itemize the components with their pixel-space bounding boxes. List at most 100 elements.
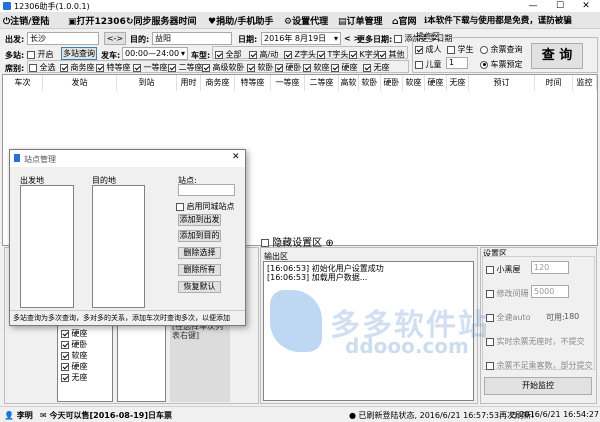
op-child[interactable]: 儿童 <box>415 59 442 70</box>
train-list[interactable] <box>117 318 166 402</box>
menu-open-12306[interactable]: ▣打开12306 <box>68 14 126 27</box>
seat-soft-seat[interactable]: 软座 <box>303 62 330 73</box>
dialog-close-icon[interactable]: ✕ <box>232 152 240 162</box>
type-t-checkbox[interactable] <box>317 50 325 59</box>
start-monitor-button[interactable]: 开始监控 <box>484 377 592 395</box>
seat-hard-sleeper[interactable]: 硬卧 <box>275 62 302 73</box>
dialog-to-list[interactable] <box>92 185 145 308</box>
type-z[interactable]: Z字头 <box>284 49 316 60</box>
seat-adv-soft-checkbox[interactable] <box>202 63 210 72</box>
swap-button[interactable]: <-> <box>104 32 126 45</box>
query-button[interactable]: 查 询 <box>531 43 583 69</box>
seat-all-checkbox[interactable] <box>29 63 37 72</box>
bseat-3-checkbox[interactable] <box>61 351 69 360</box>
type-all[interactable]: 全部 <box>215 49 242 60</box>
bseat-3[interactable]: 软座 <box>61 350 88 361</box>
bseat-1[interactable]: 硬座 <box>61 328 88 339</box>
bseat-2-checkbox[interactable] <box>61 340 69 349</box>
bseat-1-checkbox[interactable] <box>61 329 69 338</box>
child-count-input[interactable]: 1 <box>446 57 468 69</box>
seat-soft-seat-checkbox[interactable] <box>303 63 311 72</box>
bseat-5[interactable]: 无座 <box>61 372 88 383</box>
add-from-button[interactable]: 添加到出发 <box>178 214 221 226</box>
to-input[interactable]: 益阳 <box>152 32 232 45</box>
modify-interval[interactable]: 修改间隔 <box>486 288 529 299</box>
bseat-4-checkbox[interactable] <box>61 362 69 371</box>
seat-first-checkbox[interactable] <box>133 63 141 72</box>
type-other-checkbox[interactable] <box>378 50 386 59</box>
student-checkbox[interactable] <box>447 45 455 54</box>
date-picker[interactable]: 2016年 8月19日 ▾ <box>261 32 341 45</box>
ticket-reserve-radio[interactable] <box>480 60 488 69</box>
type-t[interactable]: T字头 <box>317 49 348 60</box>
menu-orders[interactable]: ▤订单管理 <box>338 14 383 27</box>
seat-second-checkbox[interactable] <box>168 63 176 72</box>
menu-notice[interactable]: ℹ本软件下载与使用都是免费，谨防被骗 <box>424 14 572 26</box>
type-k[interactable]: K字头 <box>349 49 381 60</box>
menu-donate[interactable]: ♥捐助/手机助手 <box>208 14 273 27</box>
interval-input[interactable]: 5000 <box>531 285 569 298</box>
type-all-checkbox[interactable] <box>215 50 223 59</box>
fullauto[interactable]: 全速auto <box>486 312 531 323</box>
dialog-from-list[interactable] <box>20 185 74 308</box>
type-gd-checkbox[interactable] <box>249 50 257 59</box>
multi-enable[interactable]: 开启 <box>27 49 54 60</box>
op-remain-query[interactable]: 余票查询 <box>480 44 523 55</box>
add-more-dates-checkbox[interactable] <box>394 34 402 43</box>
remain-insufficient-checkbox[interactable] <box>486 361 494 370</box>
from-input[interactable]: 长沙 <box>27 32 99 45</box>
add-to-button[interactable]: 添加到目的 <box>178 230 221 242</box>
seat-hard-seat-checkbox[interactable] <box>331 63 339 72</box>
adult-checkbox[interactable] <box>415 45 423 54</box>
minimize-button[interactable]: — <box>520 0 546 12</box>
seat-special-checkbox[interactable] <box>96 63 104 72</box>
op-ticket-reserve[interactable]: 车票预定 <box>480 59 523 70</box>
seat-soft-sleeper[interactable]: 软卧 <box>247 62 274 73</box>
realtime-nofail[interactable]: 实时余票无座时，不提交 <box>486 336 585 347</box>
child-checkbox[interactable] <box>415 60 423 69</box>
seat-second[interactable]: 二等座 <box>168 62 203 73</box>
close-button[interactable]: ✕ <box>573 0 599 12</box>
seat-no-seat-checkbox[interactable] <box>363 63 371 72</box>
bseat-2[interactable]: 硬卧 <box>61 339 88 350</box>
seat-soft-sleeper-checkbox[interactable] <box>247 63 255 72</box>
delete-all-button[interactable]: 删除所有 <box>178 264 221 276</box>
seat-all[interactable]: 全选 <box>29 62 56 73</box>
same-city-checkbox[interactable] <box>176 202 184 211</box>
blacklist[interactable]: 小黑屋 <box>486 264 521 275</box>
type-z-checkbox[interactable] <box>284 50 292 59</box>
menu-proxy[interactable]: ⚙设置代理 <box>284 14 328 27</box>
seat-adv-soft[interactable]: 高级软卧 <box>202 62 245 73</box>
type-other[interactable]: 其他 <box>378 49 405 60</box>
bseat-5-checkbox[interactable] <box>61 373 69 382</box>
multi-query-button[interactable]: 多站查询 <box>61 47 97 60</box>
delete-selected-button[interactable]: 删除选择 <box>178 247 221 259</box>
op-student[interactable]: 学生 <box>447 44 474 55</box>
blacklist-checkbox[interactable] <box>486 265 494 274</box>
multi-enable-checkbox[interactable] <box>27 50 35 59</box>
seat-no-seat[interactable]: 无座 <box>363 62 390 73</box>
seat-first[interactable]: 一等座 <box>133 62 168 73</box>
dialog-station-input[interactable] <box>178 184 235 196</box>
seat-business[interactable]: 商务座 <box>60 62 95 73</box>
type-k-checkbox[interactable] <box>349 50 357 59</box>
remain-query-radio[interactable] <box>480 45 488 54</box>
hide-settings-checkbox[interactable] <box>261 239 269 247</box>
modify-interval-checkbox[interactable] <box>486 289 494 298</box>
seat-hard-sleeper-checkbox[interactable] <box>275 63 283 72</box>
maximize-button[interactable]: ☐ <box>547 0 573 12</box>
type-gd[interactable]: 高/动 <box>249 49 278 60</box>
menu-website[interactable]: ⌂官网 <box>392 14 416 27</box>
depart-time-select[interactable]: 00:00—24:00 ▾ <box>122 47 188 60</box>
seat-special[interactable]: 特等座 <box>96 62 131 73</box>
seat-hard-seat[interactable]: 硬座 <box>331 62 358 73</box>
op-adult[interactable]: 成人 <box>415 44 442 55</box>
dialog-same-city[interactable]: 启用同城站点 <box>176 201 235 212</box>
blacklist-input[interactable]: 120 <box>531 261 569 274</box>
menu-login[interactable]: ⏻注销/登陆 <box>3 14 49 27</box>
remain-insufficient[interactable]: 余票不足乘客数，部分提交 <box>486 360 593 371</box>
bseat-4[interactable]: 硬座 <box>61 361 88 372</box>
seat-business-checkbox[interactable] <box>60 63 68 72</box>
restore-default-button[interactable]: 恢复默认 <box>178 281 221 293</box>
menu-sync-time[interactable]: ↻同步服务器时间 <box>126 14 197 27</box>
